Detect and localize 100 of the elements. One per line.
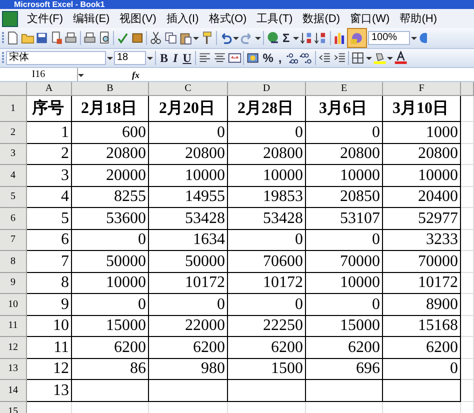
column-header[interactable]: B	[72, 82, 149, 96]
borders-icon[interactable]	[351, 51, 365, 65]
row-header[interactable]: 4	[0, 165, 27, 186]
table-cell: 0	[306, 230, 383, 251]
align-left-icon[interactable]	[198, 51, 212, 65]
copy-icon[interactable]	[164, 31, 178, 45]
menu-item[interactable]: 窗口(W)	[345, 11, 395, 26]
menu-item[interactable]: 文件(F)	[22, 11, 68, 26]
italic-button[interactable]: I	[171, 50, 180, 66]
table-cell: 14955	[149, 186, 228, 208]
menu-item[interactable]: 工具(T)	[252, 11, 298, 26]
table-cell: 10172	[228, 272, 306, 294]
table-cell: 9	[27, 294, 72, 316]
decrease-decimal-icon[interactable]	[299, 51, 313, 65]
sort-ascending-icon[interactable]	[300, 31, 314, 45]
menu-item[interactable]: 插入(I)	[161, 11, 204, 26]
printer-icon[interactable]	[82, 31, 97, 45]
print-preview-icon[interactable]	[98, 31, 112, 45]
table-cell: 20400	[383, 186, 461, 208]
table-cell: 10000	[228, 165, 306, 186]
table-cell: 5	[27, 208, 72, 230]
table-cell: 3233	[383, 230, 461, 251]
increase-indent-icon[interactable]	[332, 51, 346, 65]
table-cell: 53107	[306, 208, 383, 230]
fill-color-icon[interactable]	[372, 51, 386, 65]
table-cell: 6200	[149, 337, 228, 358]
font-color-icon[interactable]	[394, 51, 408, 65]
new-document-icon[interactable]	[6, 31, 20, 45]
table-cell: 0	[149, 294, 228, 316]
column-title-cell: 3月6日	[306, 96, 383, 122]
row-header[interactable]: 11	[0, 316, 27, 337]
bold-button[interactable]: B	[158, 50, 170, 66]
table-cell: 86	[72, 358, 149, 380]
table-cell: 20850	[306, 186, 383, 208]
column-header[interactable]: F	[383, 82, 461, 96]
insert-function-button[interactable]: fx	[84, 70, 146, 80]
sort-descending-icon[interactable]	[314, 31, 328, 45]
zoom-field[interactable]: 100%	[368, 31, 410, 45]
scissors-icon[interactable]	[149, 31, 163, 45]
row-header[interactable]: 13	[0, 358, 27, 380]
empty-cell	[461, 251, 474, 272]
align-center-icon[interactable]	[212, 51, 227, 65]
toolbar-grip-icon[interactable]	[2, 51, 5, 65]
decrease-indent-icon[interactable]	[318, 51, 332, 65]
toolbar-grip-icon[interactable]	[2, 31, 5, 45]
empty-cell	[461, 144, 474, 165]
table-cell: 4	[27, 186, 72, 208]
globe-link-icon[interactable]	[266, 31, 280, 45]
column-header[interactable]: D	[228, 82, 306, 96]
row-header[interactable]: 1	[0, 96, 27, 122]
menu-item[interactable]: 编辑(E)	[68, 11, 115, 26]
column-header[interactable]: A	[27, 82, 72, 96]
row-header[interactable]: 12	[0, 337, 27, 358]
increase-decimal-icon[interactable]	[284, 51, 298, 65]
clipboard-icon[interactable]	[178, 31, 192, 45]
menu-item[interactable]: 视图(V)	[114, 11, 162, 26]
row-header[interactable]: 8	[0, 251, 27, 272]
column-header[interactable]: C	[149, 82, 228, 96]
underline-button[interactable]: U	[180, 50, 194, 66]
row-header[interactable]: 3	[0, 144, 27, 165]
empty-cell	[461, 165, 474, 186]
column-header[interactable]: E	[306, 82, 383, 96]
font-size-field[interactable]: 18	[114, 51, 146, 65]
row-header[interactable]: 2	[0, 122, 27, 144]
paintbrush-icon[interactable]	[200, 31, 214, 45]
menu-item[interactable]: 格式(O)	[204, 11, 252, 26]
bar-chart-icon[interactable]	[332, 31, 346, 45]
floppy-icon[interactable]	[35, 31, 49, 45]
percent-button[interactable]: %	[260, 51, 276, 65]
font-name-field[interactable]: 宋体	[6, 51, 106, 65]
row-header[interactable]: 5	[0, 186, 27, 208]
merge-center-icon[interactable]	[228, 51, 242, 65]
table-cell: 20800	[72, 144, 149, 165]
comma-style-button[interactable]: ,	[276, 51, 284, 65]
table-cell: 8255	[72, 186, 149, 208]
row-header[interactable]: 14	[0, 380, 27, 402]
table-cell: 53428	[149, 208, 228, 230]
folder-icon[interactable]	[20, 31, 34, 45]
table-cell: 980	[149, 358, 228, 380]
row-header[interactable]: 10	[0, 294, 27, 316]
spelling-check-icon[interactable]	[116, 31, 130, 45]
empty-cell	[461, 122, 474, 144]
autosum-button[interactable]: Σ	[280, 31, 292, 45]
spreadsheet-icon[interactable]	[2, 10, 18, 26]
table-cell: 20800	[228, 144, 306, 165]
row-header[interactable]: 6	[0, 208, 27, 230]
row-header[interactable]: 9	[0, 272, 27, 294]
table-cell: 0	[228, 230, 306, 251]
column-title-cell: 3月10日	[383, 96, 461, 122]
empty-cell	[461, 208, 474, 230]
currency-icon[interactable]	[246, 51, 260, 65]
table-cell: 0	[306, 294, 383, 316]
table-cell: 8	[27, 272, 72, 294]
row-header[interactable]: 7	[0, 230, 27, 251]
table-cell: 0	[72, 230, 149, 251]
menu-item[interactable]: 数据(D)	[298, 11, 345, 26]
menu-item[interactable]: 帮助(H)	[394, 11, 442, 26]
printer-icon[interactable]	[64, 31, 78, 45]
table-cell: 22250	[228, 316, 306, 337]
table-cell: 10172	[149, 272, 228, 294]
